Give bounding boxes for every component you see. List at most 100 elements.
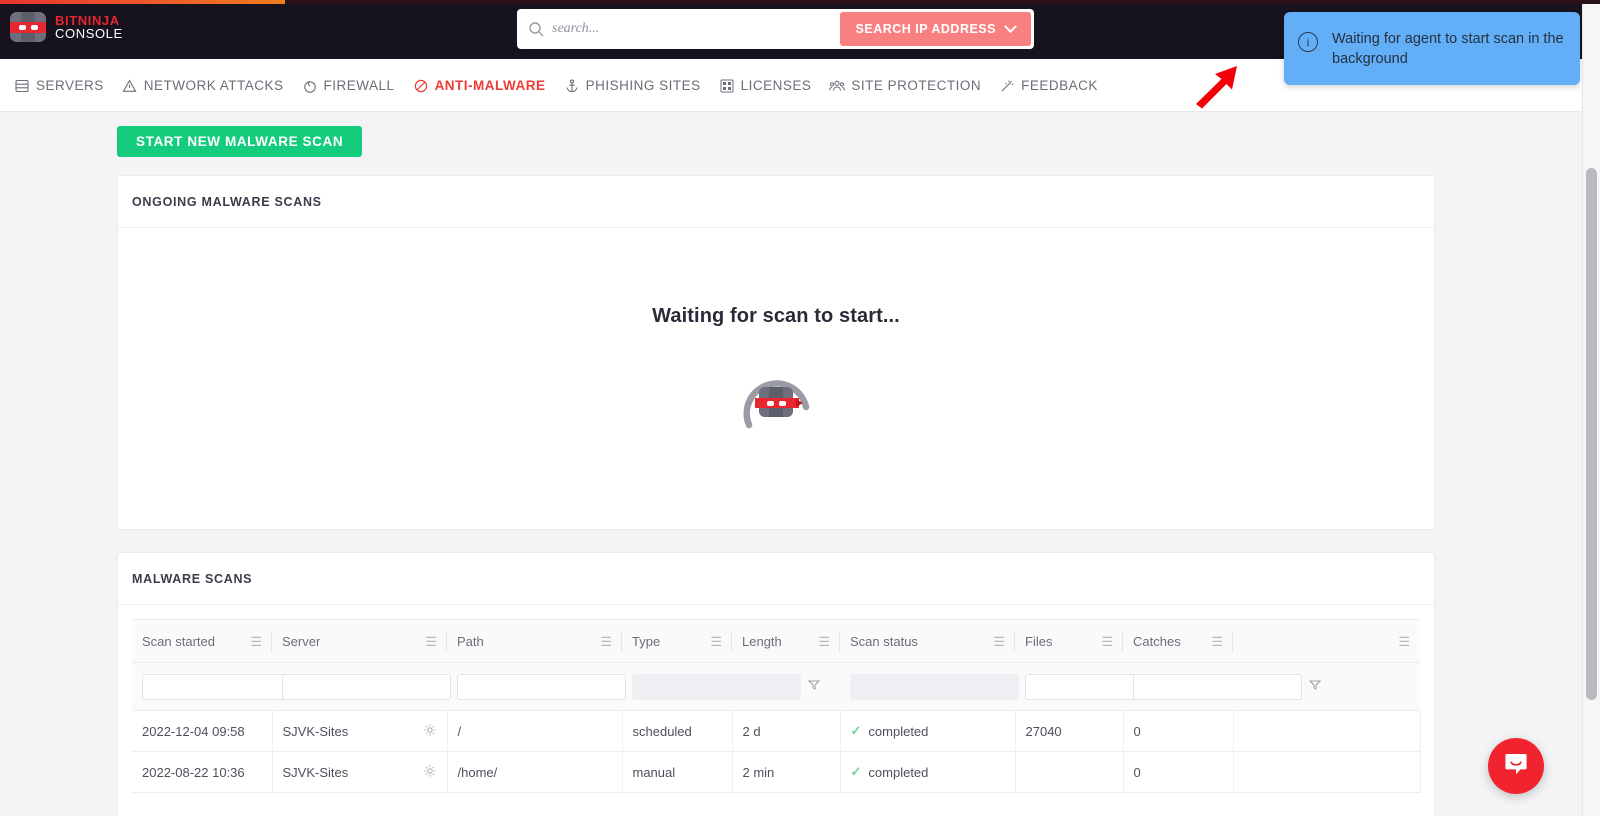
column-label: Length [742, 633, 782, 649]
vertical-scrollbar-thumb[interactable] [1586, 168, 1597, 700]
table-header-row: Scan started ☰ Server ☰ Path ☰ Type ☰ Le… [132, 619, 1420, 663]
cell-type: manual [622, 751, 733, 793]
nav-item-phishing-sites[interactable]: PHISHING SITES [564, 78, 701, 94]
app-root: BITNINJA CONSOLE SEARCH IP ADDRESS t [0, 0, 1600, 816]
column-header-files[interactable]: Files ☰ [1015, 619, 1123, 663]
hamburger-menu-icon[interactable]: ☰ [1211, 635, 1223, 648]
funnel-filter-icon[interactable] [1308, 678, 1322, 696]
ongoing-panel-title: ONGOING MALWARE SCANS [118, 176, 1434, 228]
intercom-chat-button[interactable] [1488, 738, 1544, 794]
gear-icon[interactable] [423, 764, 437, 781]
filter-input-type[interactable] [632, 673, 801, 700]
nav-item-network-attacks[interactable]: NETWORK ATTACKS [122, 78, 284, 94]
filter-input-server[interactable] [282, 673, 451, 700]
nav-item-site-protection[interactable]: SITE PROTECTION [829, 78, 981, 94]
table-row[interactable]: 2022-12-04 09:58 SJVK-Sites / scheduled [132, 710, 1421, 752]
hamburger-menu-icon[interactable]: ☰ [250, 635, 262, 648]
table-row[interactable]: 2022-08-22 10:36 SJVK-Sites /home/ manua… [132, 751, 1421, 793]
cell-type: scheduled [622, 710, 733, 752]
server-name: SJVK-Sites [282, 764, 349, 780]
check-icon: ✓ [850, 723, 862, 738]
cell-path: /home/ [447, 751, 623, 793]
filter-input-scan-status[interactable] [850, 673, 1019, 700]
waiting-status-text: Waiting for scan to start... [652, 305, 900, 327]
cell-files: 27040 [1015, 710, 1124, 752]
brand-line1: BITNINJA [55, 12, 120, 28]
brand-line2: CONSOLE [55, 26, 123, 41]
search-bar[interactable]: SEARCH IP ADDRESS [517, 9, 1034, 49]
column-header-length[interactable]: Length ☰ [732, 619, 840, 663]
firewall-shield-icon [302, 78, 318, 94]
status-label: completed [868, 723, 929, 739]
column-header-scan-started[interactable]: Scan started ☰ [132, 619, 272, 663]
info-circle-icon: i [1298, 32, 1318, 52]
cell-catches: 0 [1123, 751, 1234, 793]
search-ip-address-button[interactable]: SEARCH IP ADDRESS [839, 12, 1031, 46]
nav-label: NETWORK ATTACKS [143, 78, 284, 93]
people-group-icon [829, 78, 846, 94]
cell-files [1015, 751, 1124, 793]
column-header-actions[interactable]: ☰ [1233, 619, 1420, 663]
filter-cell-scan-started [132, 662, 331, 711]
column-header-type[interactable]: Type ☰ [622, 619, 732, 663]
nav-label: SERVERS [36, 78, 104, 93]
column-label: Scan status [850, 633, 918, 649]
nav-item-firewall[interactable]: FIREWALL [302, 78, 395, 94]
cell-catches: 0 [1123, 710, 1234, 752]
ninja-loading-spinner-icon [736, 363, 816, 443]
column-label: Path [457, 633, 484, 649]
filter-cell-path [447, 662, 646, 711]
hamburger-menu-icon[interactable]: ☰ [1398, 635, 1410, 648]
nav-label: LICENSES [740, 78, 812, 93]
cell-length: 2 min [732, 751, 841, 793]
nav-item-feedback[interactable]: FEEDBACK [999, 78, 1098, 94]
column-header-path[interactable]: Path ☰ [447, 619, 622, 663]
column-label: Files [1025, 633, 1053, 649]
toast-message: Waiting for agent to start scan in the b… [1332, 31, 1564, 67]
filter-cell-type [622, 662, 821, 711]
nav-label: FEEDBACK [1021, 78, 1098, 93]
nav-label: ANTI-MALWARE [434, 78, 546, 93]
notification-toast[interactable]: i Waiting for agent to start scan in the… [1284, 12, 1580, 86]
page-content: START NEW MALWARE SCAN ONGOING MALWARE S… [0, 112, 1582, 816]
gear-icon[interactable] [423, 723, 437, 740]
warning-triangle-icon [122, 78, 138, 94]
cell-path: / [447, 710, 623, 752]
cell-actions [1233, 751, 1421, 793]
hamburger-menu-icon[interactable]: ☰ [993, 635, 1005, 648]
cell-scan-started: 2022-12-04 09:58 [132, 710, 273, 752]
no-entry-bug-icon [413, 78, 429, 94]
filter-cell-catches [1123, 662, 1322, 711]
brand-logo[interactable]: BITNINJA CONSOLE [10, 12, 123, 42]
hamburger-menu-icon[interactable]: ☰ [425, 635, 437, 648]
filter-input-catches[interactable] [1133, 673, 1302, 700]
hamburger-menu-icon[interactable]: ☰ [818, 635, 830, 648]
column-header-server[interactable]: Server ☰ [272, 619, 447, 663]
servers-icon [14, 78, 30, 94]
magic-wand-icon [999, 78, 1015, 94]
nav-item-licenses[interactable]: LICENSES [719, 78, 812, 94]
red-arrow-icon [1188, 64, 1240, 110]
funnel-filter-icon[interactable] [807, 678, 821, 696]
column-label: Server [282, 633, 321, 649]
filter-input-path[interactable] [457, 673, 626, 700]
nav-label: SITE PROTECTION [851, 78, 982, 93]
ninja-mask-icon [10, 12, 46, 42]
hamburger-menu-icon[interactable]: ☰ [710, 635, 722, 648]
column-label: Catches [1133, 633, 1181, 649]
column-header-scan-status[interactable]: Scan status ☰ [840, 619, 1015, 663]
anchor-icon [564, 78, 580, 94]
vertical-scrollbar[interactable] [1582, 0, 1600, 816]
start-new-malware-scan-button[interactable]: START NEW MALWARE SCAN [117, 126, 363, 157]
cell-scan-status: ✓ completed [840, 710, 1016, 752]
hamburger-menu-icon[interactable]: ☰ [1101, 635, 1113, 648]
hamburger-menu-icon[interactable]: ☰ [600, 635, 612, 648]
search-input[interactable] [552, 21, 840, 37]
nav-item-anti-malware[interactable]: ANTI-MALWARE [413, 78, 546, 94]
nav-item-servers[interactable]: SERVERS [14, 78, 104, 94]
column-header-catches[interactable]: Catches ☰ [1123, 619, 1233, 663]
page-loading-bar [0, 0, 1600, 4]
cell-server: SJVK-Sites [272, 710, 448, 752]
filter-cell-scan-status [840, 662, 1039, 711]
search-button-label: SEARCH IP ADDRESS [855, 22, 996, 36]
